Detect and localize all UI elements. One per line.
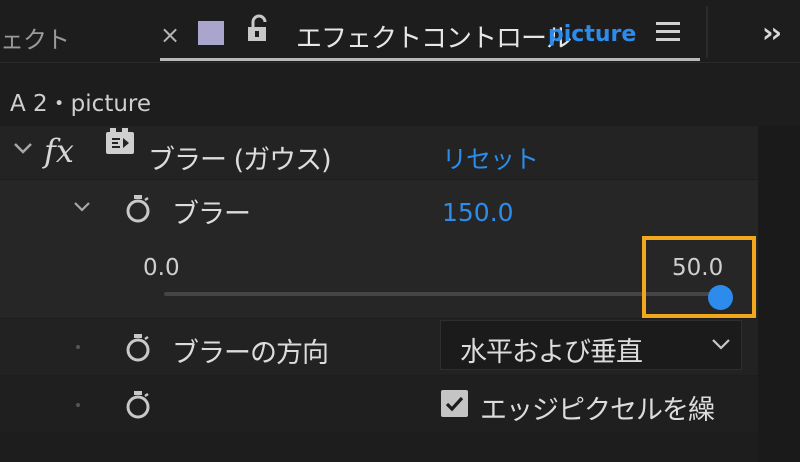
blur-slider-track[interactable] [164, 292, 720, 296]
tab-clip-name[interactable]: picture [548, 22, 636, 47]
close-tab-icon[interactable]: × [160, 21, 180, 49]
fx-toggle-icon[interactable]: fx [44, 132, 74, 170]
panel-menu-icon[interactable] [656, 22, 680, 42]
checkmark-icon [445, 396, 464, 412]
row-indicator-dot [76, 345, 80, 349]
label-color-swatch[interactable] [198, 21, 224, 45]
highlight-annotation [642, 236, 756, 318]
panel-overflow-icon[interactable]: ›› [762, 16, 782, 49]
blur-direction-selected[interactable]: 水平および垂直 [460, 330, 643, 369]
stopwatch-icon[interactable] [124, 390, 152, 420]
repeat-edge-pixels-label[interactable]: エッジピクセルを繰 [480, 388, 715, 427]
blur-property-name: ブラー [172, 199, 251, 230]
chevron-down-icon[interactable] [72, 200, 92, 214]
blur-direction-property-name: ブラーの方向 [172, 338, 329, 369]
blur-value[interactable]: 150.0 [442, 198, 514, 227]
effect-preset-icon [106, 128, 134, 154]
clip-name-label: A 2・picture [10, 91, 152, 117]
unlock-icon[interactable] [246, 14, 272, 44]
repeat-edge-pixels-checkbox[interactable] [441, 390, 468, 417]
tab-divider [706, 6, 708, 58]
active-tab-underline [160, 58, 700, 61]
row-indicator-dot [76, 403, 80, 407]
chevron-down-icon[interactable] [710, 337, 732, 351]
slider-min-label: 0.0 [143, 255, 180, 281]
tab-effect-controls[interactable]: エフェクトコントロール [296, 18, 572, 55]
chevron-down-icon[interactable] [12, 140, 34, 156]
panel-right-gutter [758, 126, 800, 462]
effect-name: ブラー (ガウス) [148, 145, 332, 176]
stopwatch-icon[interactable] [124, 194, 152, 224]
previous-tab[interactable]: ェクト [0, 20, 70, 55]
stopwatch-icon[interactable] [124, 333, 152, 363]
reset-link[interactable]: リセット [442, 140, 539, 176]
